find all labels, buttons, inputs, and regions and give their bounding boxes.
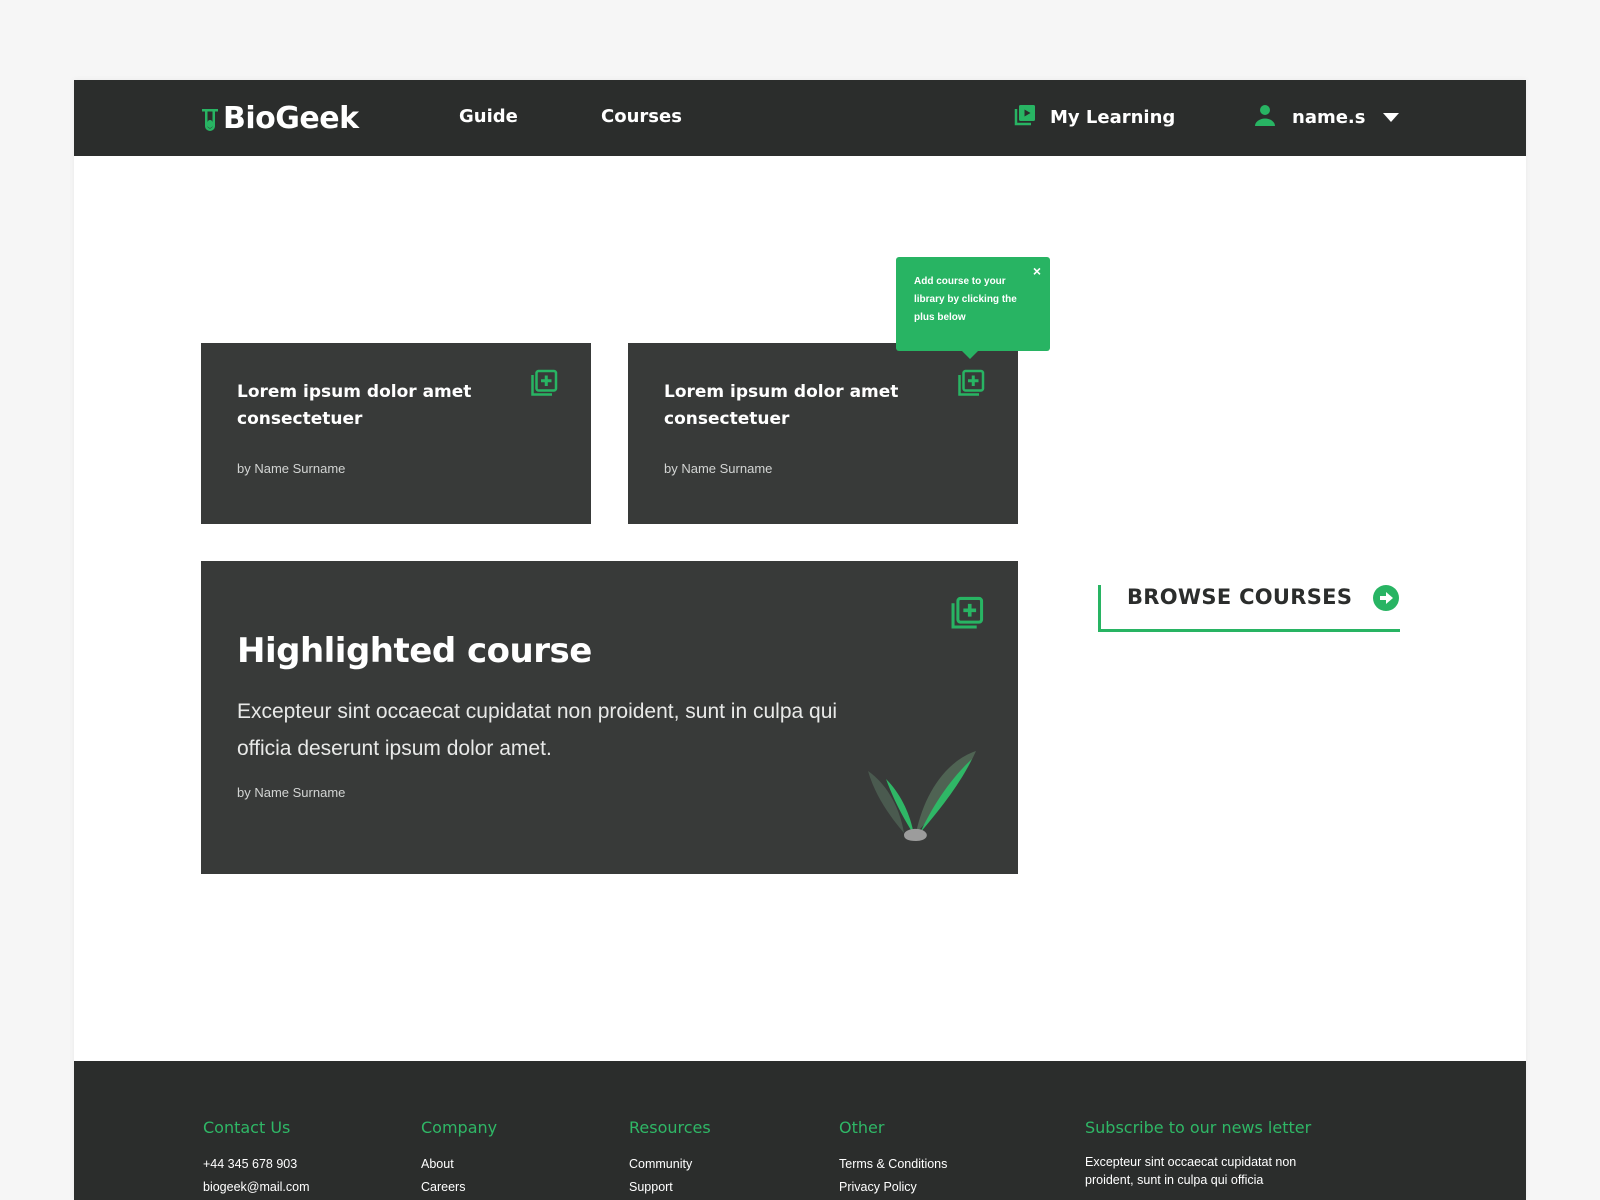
close-icon[interactable]: ×: [1033, 263, 1041, 279]
footer-heading: Company: [421, 1118, 498, 1137]
footer-heading: Other: [839, 1118, 885, 1137]
footer-link-terms[interactable]: Terms & Conditions: [839, 1153, 947, 1176]
highlighted-course-card[interactable]: Highlighted course Excepteur sint occaec…: [201, 561, 1018, 874]
user-menu-dropdown[interactable]: name.s: [1254, 104, 1400, 131]
browse-courses-button[interactable]: BROWSE COURSES: [1098, 585, 1400, 632]
footer-contact-column: Contact Us +44 345 678 903 biogeek@mail.…: [203, 1118, 309, 1199]
nav-guide[interactable]: Guide: [459, 106, 518, 127]
highlighted-course-author: by Name Surname: [237, 785, 346, 800]
footer-email[interactable]: biogeek@mail.com: [203, 1176, 309, 1199]
username-label: name.s: [1292, 107, 1366, 128]
highlighted-course-title: Highlighted course: [237, 631, 592, 671]
footer-phone[interactable]: +44 345 678 903: [203, 1153, 309, 1176]
footer-newsletter-column: Subscribe to our news letter Excepteur s…: [1085, 1118, 1315, 1189]
add-to-library-icon[interactable]: [957, 369, 985, 397]
logo-text: BioGeek: [223, 100, 359, 136]
onboarding-tooltip: Add course to your library by clicking t…: [896, 257, 1050, 359]
footer-resources-column: Resources Community Support: [629, 1118, 711, 1199]
my-learning-label: My Learning: [1050, 107, 1176, 128]
course-card[interactable]: Lorem ipsum dolor amet consectetuer by N…: [628, 343, 1018, 524]
nav-courses[interactable]: Courses: [601, 106, 682, 127]
footer-heading: Subscribe to our news letter: [1085, 1118, 1312, 1137]
biogeek-logo[interactable]: BioGeek: [201, 98, 359, 138]
course-card-title: Lorem ipsum dolor amet consectetuer: [237, 382, 472, 429]
chevron-down-icon: [1383, 113, 1400, 122]
footer-link-about[interactable]: About: [421, 1153, 497, 1176]
add-to-library-icon[interactable]: [950, 596, 984, 630]
footer-link-support[interactable]: Support: [629, 1176, 711, 1199]
footer-company-column: Company About Careers: [421, 1118, 497, 1199]
course-card[interactable]: Lorem ipsum dolor amet consectetuer by N…: [201, 343, 591, 524]
footer-newsletter-text: Excepteur sint occaecat cupidatat non pr…: [1085, 1155, 1297, 1187]
add-to-library-icon[interactable]: [530, 369, 558, 397]
footer-link-careers[interactable]: Careers: [421, 1176, 497, 1199]
course-card-author: by Name Surname: [237, 461, 346, 476]
plant-illustration: [866, 749, 981, 844]
tooltip-text: Add course to your library by clicking t…: [914, 276, 1017, 323]
my-learning-link[interactable]: My Learning: [1014, 104, 1175, 131]
page-frame: BioGeek Guide Courses My Learning name.s…: [74, 80, 1526, 1200]
course-card-title: Lorem ipsum dolor amet consectetuer: [664, 382, 899, 429]
user-icon: [1254, 104, 1276, 131]
browse-courses-label: BROWSE COURSES: [1127, 585, 1353, 609]
footer-link-community[interactable]: Community: [629, 1153, 711, 1176]
highlighted-course-description: Excepteur sint occaecat cupidatat non pr…: [237, 700, 838, 760]
play-library-icon: [1014, 104, 1036, 131]
arrow-right-circle-icon: [1373, 585, 1399, 611]
site-footer: Contact Us +44 345 678 903 biogeek@mail.…: [74, 1061, 1526, 1200]
footer-link-privacy[interactable]: Privacy Policy: [839, 1176, 947, 1199]
test-tube-logo-icon: [201, 102, 219, 134]
top-navbar: BioGeek Guide Courses My Learning name.s: [74, 80, 1526, 156]
footer-heading: Contact Us: [203, 1118, 291, 1137]
footer-heading: Resources: [629, 1118, 711, 1137]
footer-other-column: Other Terms & Conditions Privacy Policy: [839, 1118, 947, 1199]
course-card-author: by Name Surname: [664, 461, 773, 476]
